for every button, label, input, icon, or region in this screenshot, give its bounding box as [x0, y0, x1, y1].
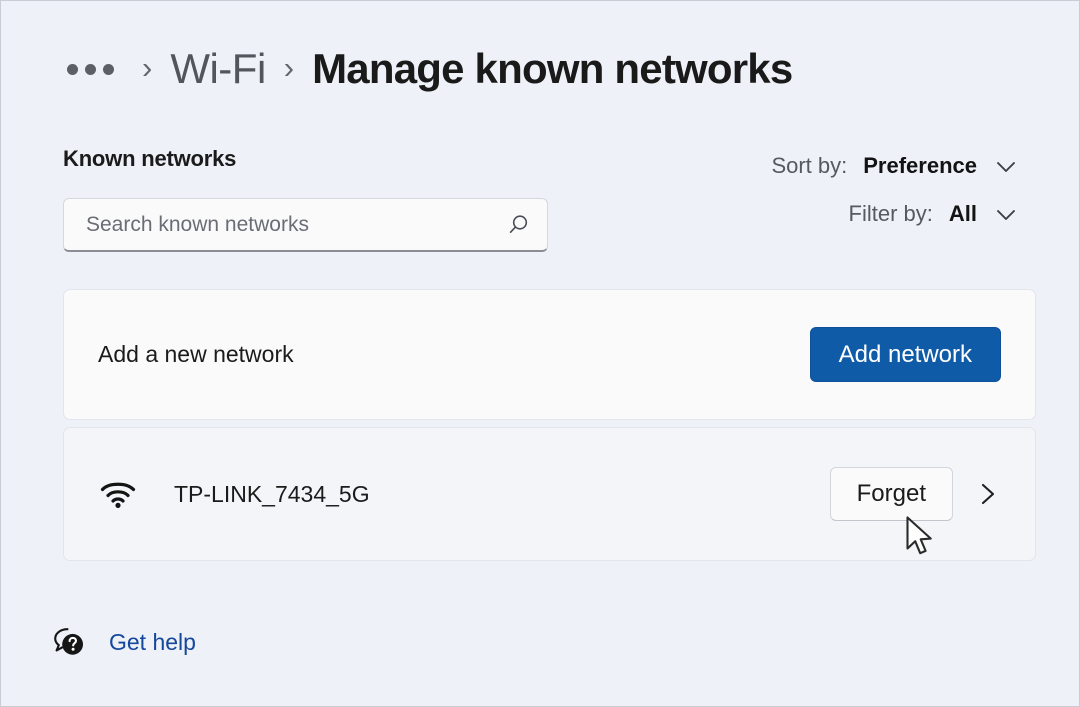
add-network-button[interactable]: Add network [809, 326, 1001, 383]
known-networks-heading: Known networks [63, 146, 237, 171]
chevron-right-icon[interactable] [975, 479, 1001, 509]
network-row[interactable]: TP-LINK_7434_5G Forget [63, 427, 1036, 561]
sort-by-value: Preference [863, 153, 977, 178]
search-icon[interactable] [505, 212, 531, 238]
breadcrumb-separator-2: › [283, 49, 295, 85]
list-controls: Sort by: Preference Filter by: All [771, 153, 1019, 227]
network-name: TP-LINK_7434_5G [174, 480, 370, 507]
forget-button[interactable]: Forget [829, 467, 953, 521]
ellipsis-icon[interactable] [63, 58, 118, 81]
filter-by-dropdown[interactable]: Filter by: All [849, 201, 1019, 227]
breadcrumb-link-wifi[interactable]: Wi-Fi [170, 48, 266, 90]
search-input[interactable] [86, 212, 505, 237]
filter-by-label: Filter by: [848, 201, 933, 226]
help-question-bubble-icon [51, 625, 87, 659]
breadcrumb-separator-1: › [142, 49, 153, 85]
chevron-down-icon[interactable] [993, 153, 1019, 179]
get-help-link[interactable]: Get help [51, 625, 196, 659]
settings-page: › Wi-Fi › Manage known networks Known ne… [0, 0, 1080, 707]
sort-by-dropdown[interactable]: Sort by: Preference [771, 153, 1019, 179]
search-known-networks-box[interactable] [63, 198, 548, 252]
filter-by-value: All [948, 201, 977, 226]
breadcrumb: › Wi-Fi › Manage known networks [63, 33, 793, 105]
add-network-card: Add a new network Add network [63, 289, 1036, 420]
add-network-label: Add a new network [98, 341, 294, 367]
chevron-down-icon[interactable] [993, 201, 1019, 227]
get-help-label: Get help [109, 628, 196, 655]
sort-by-label: Sort by: [771, 153, 848, 178]
page-title: Manage known networks [312, 45, 793, 92]
wifi-icon [98, 478, 144, 510]
